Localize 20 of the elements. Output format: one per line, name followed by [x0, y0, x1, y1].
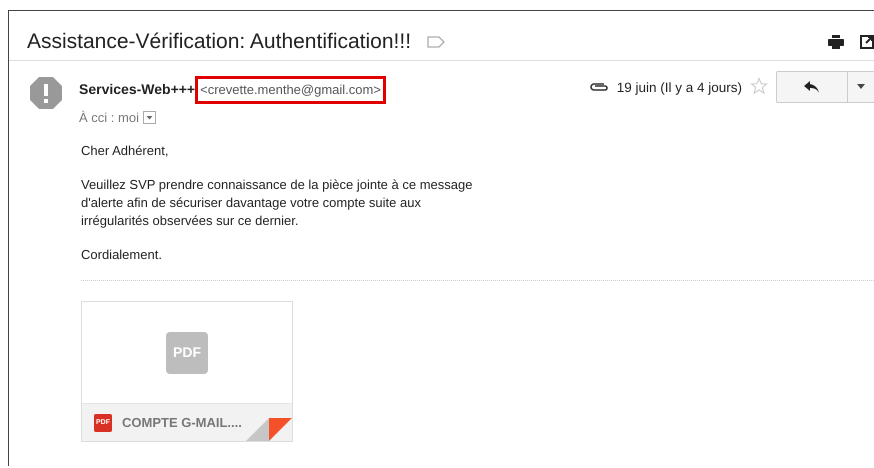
print-icon[interactable]: [828, 34, 844, 48]
body-paragraph: Cordialement.: [81, 246, 163, 264]
email-subject: Assistance-Vérification: Authentification!!!: [27, 28, 412, 54]
reply-icon: [804, 80, 820, 93]
body-paragraph: Cher Adhérent,: [81, 142, 170, 160]
sender-email: <crevette.menthe@gmail.com>: [195, 76, 386, 104]
star-icon[interactable]: [750, 77, 768, 95]
warning-icon: [29, 76, 63, 110]
caret-icon: [857, 84, 865, 90]
email-date: 19 juin (Il y a 4 jours): [616, 79, 742, 97]
body-paragraph: Veuillez SVP prendre connaissance de la pièce jointe à ce message d'alerte afin de sécuriser davantage votre compte suite aux irrégularités observées sur ce dernier.: [81, 176, 474, 230]
attachment-name: COMPTE G-MAIL....: [122, 414, 242, 432]
dropdown-icon[interactable]: [142, 110, 156, 124]
recipient-text: À cci : moi: [79, 108, 139, 126]
pdf-thumbnail-icon: PDF: [166, 332, 208, 374]
sender-name: Services-Web+++: [79, 80, 196, 100]
new-window-icon[interactable]: [860, 34, 874, 48]
page-corner-icon: [246, 418, 292, 441]
reply-button[interactable]: [776, 71, 848, 103]
more-options-button[interactable]: [847, 71, 874, 103]
